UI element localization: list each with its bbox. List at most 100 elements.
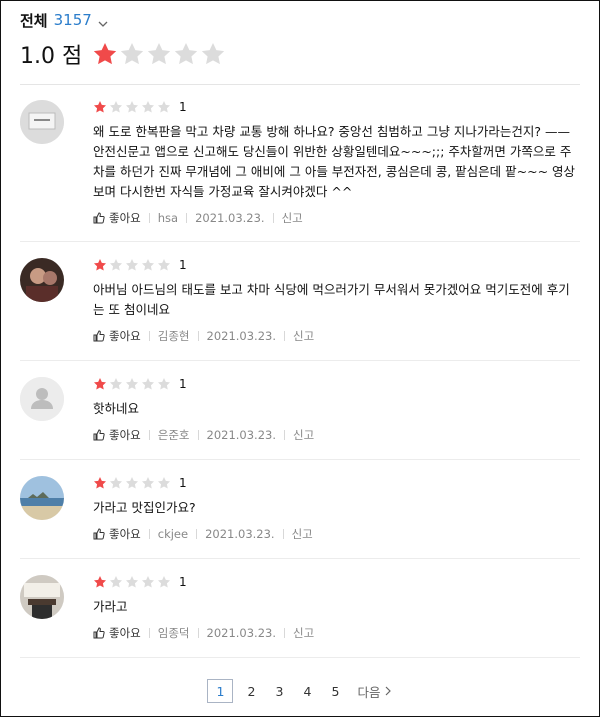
star-empty-icon bbox=[109, 101, 123, 113]
like-button[interactable]: 좋아요 bbox=[93, 328, 141, 344]
default-user-avatar bbox=[20, 377, 64, 421]
review-header: 전체 3157 1.0 점 bbox=[20, 10, 580, 69]
desk-avatar bbox=[20, 575, 64, 619]
review-text: 가라고 bbox=[93, 599, 128, 614]
thumbs-up-icon bbox=[93, 429, 105, 441]
report-button[interactable]: 신고 bbox=[292, 526, 313, 542]
star-empty-icon bbox=[141, 477, 155, 489]
star-empty-icon bbox=[175, 42, 198, 65]
meta-separator bbox=[197, 628, 199, 638]
page-1-button[interactable]: 1 bbox=[207, 679, 234, 703]
review-text: 가라고 맛집인가요? bbox=[93, 500, 196, 515]
filter-dropdown[interactable]: 전체 3157 bbox=[20, 10, 580, 30]
star-filled-icon bbox=[93, 259, 107, 271]
filter-label: 전체 bbox=[20, 11, 48, 30]
review-rating: 1 bbox=[93, 377, 580, 391]
star-empty-icon bbox=[141, 101, 155, 113]
next-page-label: 다음 bbox=[357, 684, 381, 700]
meta-separator bbox=[186, 213, 188, 223]
meta-separator bbox=[284, 331, 285, 341]
star-empty-icon bbox=[125, 378, 139, 390]
like-button[interactable]: 좋아요 bbox=[93, 210, 141, 226]
next-page-button[interactable]: 다음 bbox=[357, 682, 392, 701]
star-filled-icon bbox=[94, 42, 117, 65]
star-empty-icon bbox=[125, 259, 139, 271]
meta-separator bbox=[197, 430, 199, 440]
star-filled-icon bbox=[93, 101, 107, 113]
star-empty-icon bbox=[109, 477, 123, 489]
star-empty-icon bbox=[157, 259, 171, 271]
chevron-down-icon bbox=[98, 15, 108, 27]
header-divider bbox=[20, 84, 580, 85]
report-button[interactable]: 신고 bbox=[293, 328, 314, 344]
page-3-button[interactable]: 3 bbox=[265, 679, 293, 703]
review-author: hsa bbox=[157, 211, 179, 225]
average-score: 1.0 점 bbox=[20, 40, 580, 69]
review-text: 왜 도로 한복판을 막고 차량 교통 방해 하나요? 중앙선 침범하고 그냥 지… bbox=[93, 124, 576, 199]
like-label: 좋아요 bbox=[109, 428, 141, 442]
meta-separator bbox=[196, 529, 198, 539]
rating-value: 1 bbox=[179, 476, 187, 490]
review-author: 김종현 bbox=[157, 329, 190, 343]
report-button[interactable]: 신고 bbox=[293, 625, 314, 641]
review-text: 아버님 아드님의 태도를 보고 차마 식당에 먹으러가기 무서워서 못가겠어요 … bbox=[93, 282, 570, 317]
meta-separator bbox=[148, 529, 150, 539]
review-date: 2021.03.23. bbox=[195, 211, 265, 225]
star-filled-icon bbox=[93, 378, 107, 390]
report-button[interactable]: 신고 bbox=[282, 210, 303, 226]
thumbs-up-icon bbox=[93, 212, 105, 224]
like-button[interactable]: 좋아요 bbox=[93, 427, 141, 443]
review-rating: 1 bbox=[93, 476, 580, 490]
like-label: 좋아요 bbox=[109, 626, 141, 640]
like-label: 좋아요 bbox=[109, 211, 141, 225]
review-date: 2021.03.23. bbox=[206, 626, 277, 640]
gray-card-avatar bbox=[20, 100, 64, 144]
review-rating: 1 bbox=[93, 575, 580, 589]
like-button[interactable]: 좋아요 bbox=[93, 625, 141, 641]
page-4-button[interactable]: 4 bbox=[293, 679, 321, 703]
chevron-right-icon bbox=[385, 686, 391, 696]
like-button[interactable]: 좋아요 bbox=[93, 526, 141, 542]
thumbs-up-icon bbox=[93, 330, 105, 342]
like-label: 좋아요 bbox=[109, 329, 141, 343]
meta-separator bbox=[272, 213, 274, 223]
star-empty-icon bbox=[125, 477, 139, 489]
meta-separator bbox=[148, 430, 150, 440]
star-empty-icon bbox=[109, 576, 123, 588]
review-author: ckjee bbox=[157, 527, 189, 541]
star-empty-icon bbox=[109, 259, 123, 271]
pagination: 1 2 3 4 5 다음 bbox=[0, 679, 600, 703]
review-item: 1 가라고 맛집인가요? 좋아요 ckjee 2021.03.23. 신고 bbox=[20, 476, 580, 559]
star-empty-icon bbox=[148, 42, 171, 65]
meta-separator bbox=[148, 331, 150, 341]
rating-value: 1 bbox=[179, 575, 187, 589]
star-empty-icon bbox=[141, 378, 155, 390]
review-text: 핫하네요 bbox=[93, 401, 140, 416]
review-item: 1 왜 도로 한복판을 막고 차량 교통 방해 하나요? 중앙선 침범하고 그냥… bbox=[20, 100, 580, 242]
star-empty-icon bbox=[157, 378, 171, 390]
report-button[interactable]: 신고 bbox=[293, 427, 314, 443]
meta-separator bbox=[148, 628, 150, 638]
page-2-button[interactable]: 2 bbox=[237, 679, 265, 703]
star-empty-icon bbox=[202, 42, 225, 65]
photo-avatar bbox=[20, 258, 64, 302]
meta-separator bbox=[284, 628, 285, 638]
page-5-button[interactable]: 5 bbox=[321, 679, 349, 703]
rating-value: 1 bbox=[179, 258, 187, 272]
star-empty-icon bbox=[121, 42, 144, 65]
review-item: 1 아버님 아드님의 태도를 보고 차마 식당에 먹으러가기 무서워서 못가겠어… bbox=[20, 258, 580, 361]
meta-separator bbox=[197, 331, 199, 341]
star-empty-icon bbox=[157, 101, 171, 113]
review-rating: 1 bbox=[93, 258, 580, 272]
star-empty-icon bbox=[157, 477, 171, 489]
average-score-text: 1.0 점 bbox=[20, 44, 83, 69]
star-filled-icon bbox=[93, 477, 107, 489]
star-empty-icon bbox=[125, 101, 139, 113]
review-count: 3157 bbox=[53, 11, 92, 29]
beach-avatar bbox=[20, 476, 64, 520]
meta-separator bbox=[148, 213, 150, 223]
review-date: 2021.03.23. bbox=[206, 329, 277, 343]
review-author: 임종덕 bbox=[157, 626, 190, 640]
like-label: 좋아요 bbox=[109, 527, 141, 541]
star-empty-icon bbox=[125, 576, 139, 588]
